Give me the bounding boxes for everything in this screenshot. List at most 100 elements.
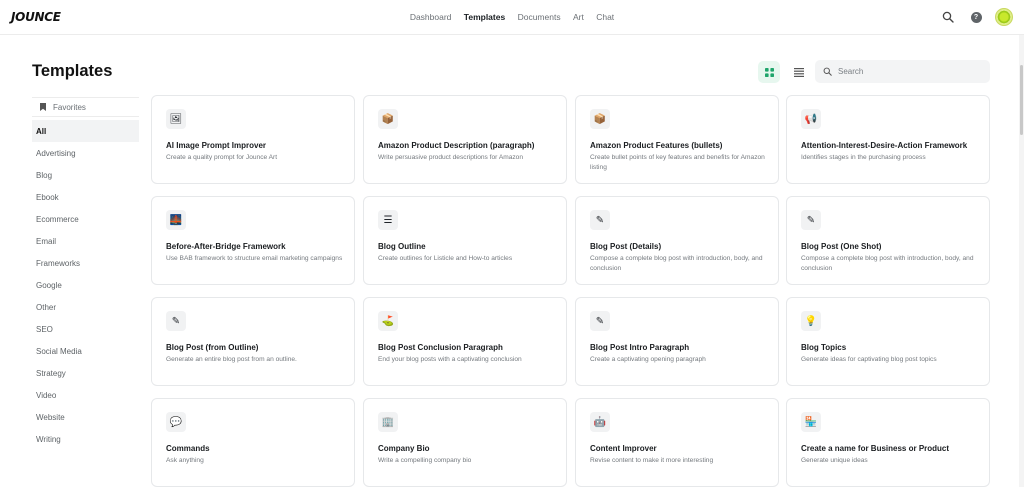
list-icon [794,67,804,77]
template-title: Create a name for Business or Product [801,444,950,453]
template-card[interactable]: 📦 Amazon Product Description (paragraph) W… [363,95,567,184]
template-card[interactable]: 🏢 Company Bio Write a compelling company b… [363,398,567,487]
template-card[interactable]: 🤖 Content Improver Revise content to make … [575,398,779,487]
template-title: Amazon Product Features (bullets) [590,141,723,150]
category-list: All Advertising Blog Ebook Ecommerce Email Fra… [32,120,139,450]
template-card[interactable]: 💡 Blog Topics Generate ideas for captivati… [786,297,990,386]
template-description: Write a compelling company bio [378,457,472,464]
template-title: Content Improver [590,444,657,453]
template-title: Amazon Product Description (paragraph) [378,141,535,150]
template-card[interactable]: ✎ Blog Post (from Outline) Generate an ent… [151,297,355,386]
category-sidebar: Favorites All Advertising Blog Ebook Ecommer… [32,97,139,450]
template-title: Before-After-Bridge Framework [166,242,286,251]
nav-chat[interactable]: Chat [596,12,614,22]
template-title: Blog Post (Details) [590,242,662,251]
sidebar-item-blog[interactable]: Blog [32,164,139,186]
search-icon[interactable] [939,8,957,26]
template-card[interactable]: 📢 Attention-Interest-Desire-Action Framew… [786,95,990,184]
sidebar-item-google[interactable]: Google [32,274,139,296]
template-card[interactable]: ☰ Blog Outline Create outlines for Listicl… [363,196,567,285]
search-input[interactable] [838,67,978,76]
sidebar-item-frameworks[interactable]: Frameworks [32,252,139,274]
amazon-icon: 📦 [590,109,610,129]
nav-templates[interactable]: Templates [464,12,505,22]
template-card[interactable]: ✎ Blog Post (One Shot) Compose a complete … [786,196,990,285]
sidebar-item-strategy[interactable]: Strategy [32,362,139,384]
sidebar-item-writing[interactable]: Writing [32,428,139,450]
template-description: Use BAB framework to structure email mar… [166,255,343,262]
flag-icon: ⛳ [378,311,398,331]
template-card[interactable]: ⛳ Blog Post Conclusion Paragraph End your … [363,297,567,386]
template-title: Company Bio [378,444,430,453]
template-card[interactable]: ✎ Blog Post Intro Paragraph Create a capti… [575,297,779,386]
template-title: Blog Post (from Outline) [166,343,259,352]
template-card[interactable]: 🏪 Create a name for Business or Product Ge… [786,398,990,487]
sidebar-item-email[interactable]: Email [32,230,139,252]
nav-art[interactable]: Art [573,12,584,22]
template-description: Ask anything [166,457,204,464]
sidebar-item-ecommerce[interactable]: Ecommerce [32,208,139,230]
edit-icon: ✎ [801,210,821,230]
page-title: Templates [32,62,113,80]
page-scrollbar[interactable] [1019,35,1024,487]
amazon-icon: 📦 [378,109,398,129]
grid-icon [764,67,774,77]
store-icon: 🏪 [801,412,821,432]
template-title: Attention-Interest-Desire-Action Framewo… [801,141,968,150]
template-description: Generate unique ideas [801,457,868,464]
list-view-button[interactable] [788,61,810,83]
template-description: Create bullet points of key features and… [590,154,765,171]
template-title: Blog Topics [801,343,847,352]
template-description: Compose a complete blog post with introd… [590,255,763,272]
template-card[interactable]: ✎ Blog Post (Details) Compose a complete b… [575,196,779,285]
top-actions: ? [929,8,1013,26]
template-card[interactable]: 🖼 AI Image Prompt Improver Create a qualit… [151,95,355,184]
sidebar-item-website[interactable]: Website [32,406,139,428]
edit-icon: ✎ [590,210,610,230]
sidebar-item-all[interactable]: All [32,120,139,142]
template-title: Commands [166,444,210,453]
template-description: End your blog posts with a captivating c… [378,356,522,363]
template-description: Identifies stages in the purchasing proc… [801,154,926,161]
template-description: Create a quality prompt for Jounce Art [166,154,278,161]
template-description: Generate ideas for captivating blog post… [801,356,937,363]
sidebar-item-other[interactable]: Other [32,296,139,318]
grid-view-button[interactable] [758,61,780,83]
template-card[interactable]: 🌉 Before-After-Bridge Framework Use BAB fr… [151,196,355,285]
edit-icon: ✎ [590,311,610,331]
template-card[interactable]: 📦 Amazon Product Features (bullets) Create… [575,95,779,184]
sidebar-item-social-media[interactable]: Social Media [32,340,139,362]
favorites-label: Favorites [53,102,86,112]
template-description: Generate an entire blog post from an out… [166,356,297,363]
template-card[interactable]: 💬 Commands Ask anything [151,398,355,487]
scrollbar-thumb[interactable] [1020,65,1023,135]
list-icon: ☰ [378,210,398,230]
building-icon: 🏢 [378,412,398,432]
template-description: Revise content to make it more interesti… [590,457,714,464]
robot-icon: 🤖 [590,412,610,432]
sidebar-item-seo[interactable]: SEO [32,318,139,340]
bridge-icon: 🌉 [166,210,186,230]
main-nav: Dashboard Templates Documents Art Chat [0,12,1024,22]
template-title: Blog Outline [378,242,426,251]
template-description: Write persuasive product descriptions fo… [378,154,524,161]
sidebar-item-ebook[interactable]: Ebook [32,186,139,208]
avatar[interactable] [995,8,1013,26]
edit-icon: ✎ [166,311,186,331]
template-search[interactable] [815,60,990,83]
sidebar-item-video[interactable]: Video [32,384,139,406]
search-icon [823,67,832,76]
image-icon: 🖼 [166,109,186,129]
favorites-filter[interactable]: Favorites [32,97,139,117]
sidebar-item-advertising[interactable]: Advertising [32,142,139,164]
help-icon[interactable]: ? [967,8,985,26]
top-navigation-bar: JOUNCE Dashboard Templates Documents Art… [0,0,1024,35]
nav-dashboard[interactable]: Dashboard [410,12,452,22]
megaphone-icon: 📢 [801,109,821,129]
template-title: Blog Post Intro Paragraph [590,343,690,352]
bookmark-icon [40,103,46,111]
template-description: Compose a complete blog post with introd… [801,255,974,272]
template-title: Blog Post (One Shot) [801,242,882,251]
nav-documents[interactable]: Documents [518,12,561,22]
chat-bubble-icon: 💬 [166,412,186,432]
